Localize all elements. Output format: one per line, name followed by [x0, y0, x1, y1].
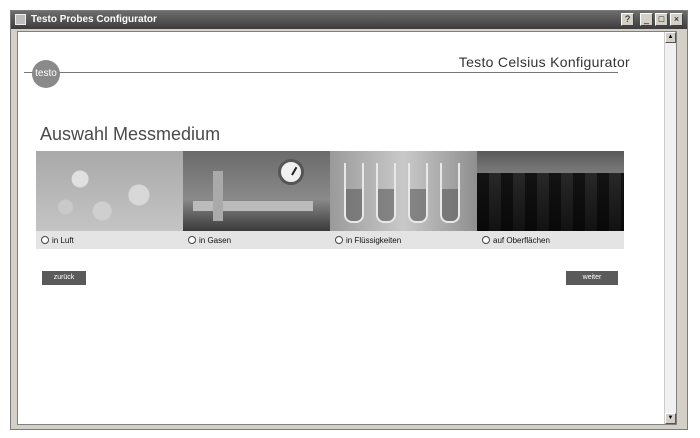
maximize-button[interactable]: □	[655, 13, 668, 26]
back-button[interactable]: zurück	[42, 271, 86, 285]
app-icon	[15, 14, 26, 25]
testo-logo: testo	[32, 60, 60, 88]
page-heading: Auswahl Messmedium	[40, 124, 221, 144]
test-tube-icon	[440, 163, 460, 223]
gas-image	[183, 151, 330, 231]
air-image	[36, 151, 183, 231]
media-option-liquid[interactable]: in Flüssigkeiten	[330, 151, 477, 249]
media-selection-row: in Luft in Gasen in Flüssigkeiten auf Ob…	[36, 151, 624, 249]
radio-liquid[interactable]	[335, 236, 343, 244]
next-button[interactable]: weiter	[566, 271, 618, 285]
pipe-shape	[193, 201, 313, 211]
radio-surface[interactable]	[482, 236, 490, 244]
close-button[interactable]: ×	[670, 13, 683, 26]
media-option-gas[interactable]: in Gasen	[183, 151, 330, 249]
media-option-air[interactable]: in Luft	[36, 151, 183, 249]
radio-air[interactable]	[41, 236, 49, 244]
vertical-scrollbar[interactable]: ▲ ▼	[664, 32, 676, 424]
window-controls: ? _ □ ×	[621, 13, 683, 26]
header-divider	[24, 72, 618, 73]
media-label-liquid: in Flüssigkeiten	[346, 235, 402, 245]
test-tube-icon	[376, 163, 396, 223]
app-window: Testo Probes Configurator ? _ □ × testo …	[10, 10, 688, 430]
surface-image	[477, 151, 624, 231]
content-area: testo Testo Celsius Konfigurator Auswahl…	[17, 31, 677, 425]
title-bar: Testo Probes Configurator ? _ □ ×	[11, 11, 687, 29]
pressure-gauge-icon	[278, 159, 304, 185]
pipe-shape	[213, 171, 223, 221]
radio-gas[interactable]	[188, 236, 196, 244]
minimize-button[interactable]: _	[640, 13, 653, 26]
media-label-air: in Luft	[52, 235, 74, 245]
test-tube-icon	[344, 163, 364, 223]
media-label-gas: in Gasen	[199, 235, 232, 245]
media-label-surface: auf Oberflächen	[493, 235, 550, 245]
liquid-image	[330, 151, 477, 231]
factory-roof	[477, 151, 624, 173]
media-option-surface[interactable]: auf Oberflächen	[477, 151, 624, 249]
test-tube-icon	[408, 163, 428, 223]
scroll-up-icon[interactable]: ▲	[665, 32, 676, 43]
app-title: Testo Celsius Konfigurator	[458, 54, 630, 70]
window-title: Testo Probes Configurator	[31, 14, 157, 25]
scroll-down-icon[interactable]: ▼	[665, 413, 676, 424]
help-button[interactable]: ?	[621, 13, 634, 26]
